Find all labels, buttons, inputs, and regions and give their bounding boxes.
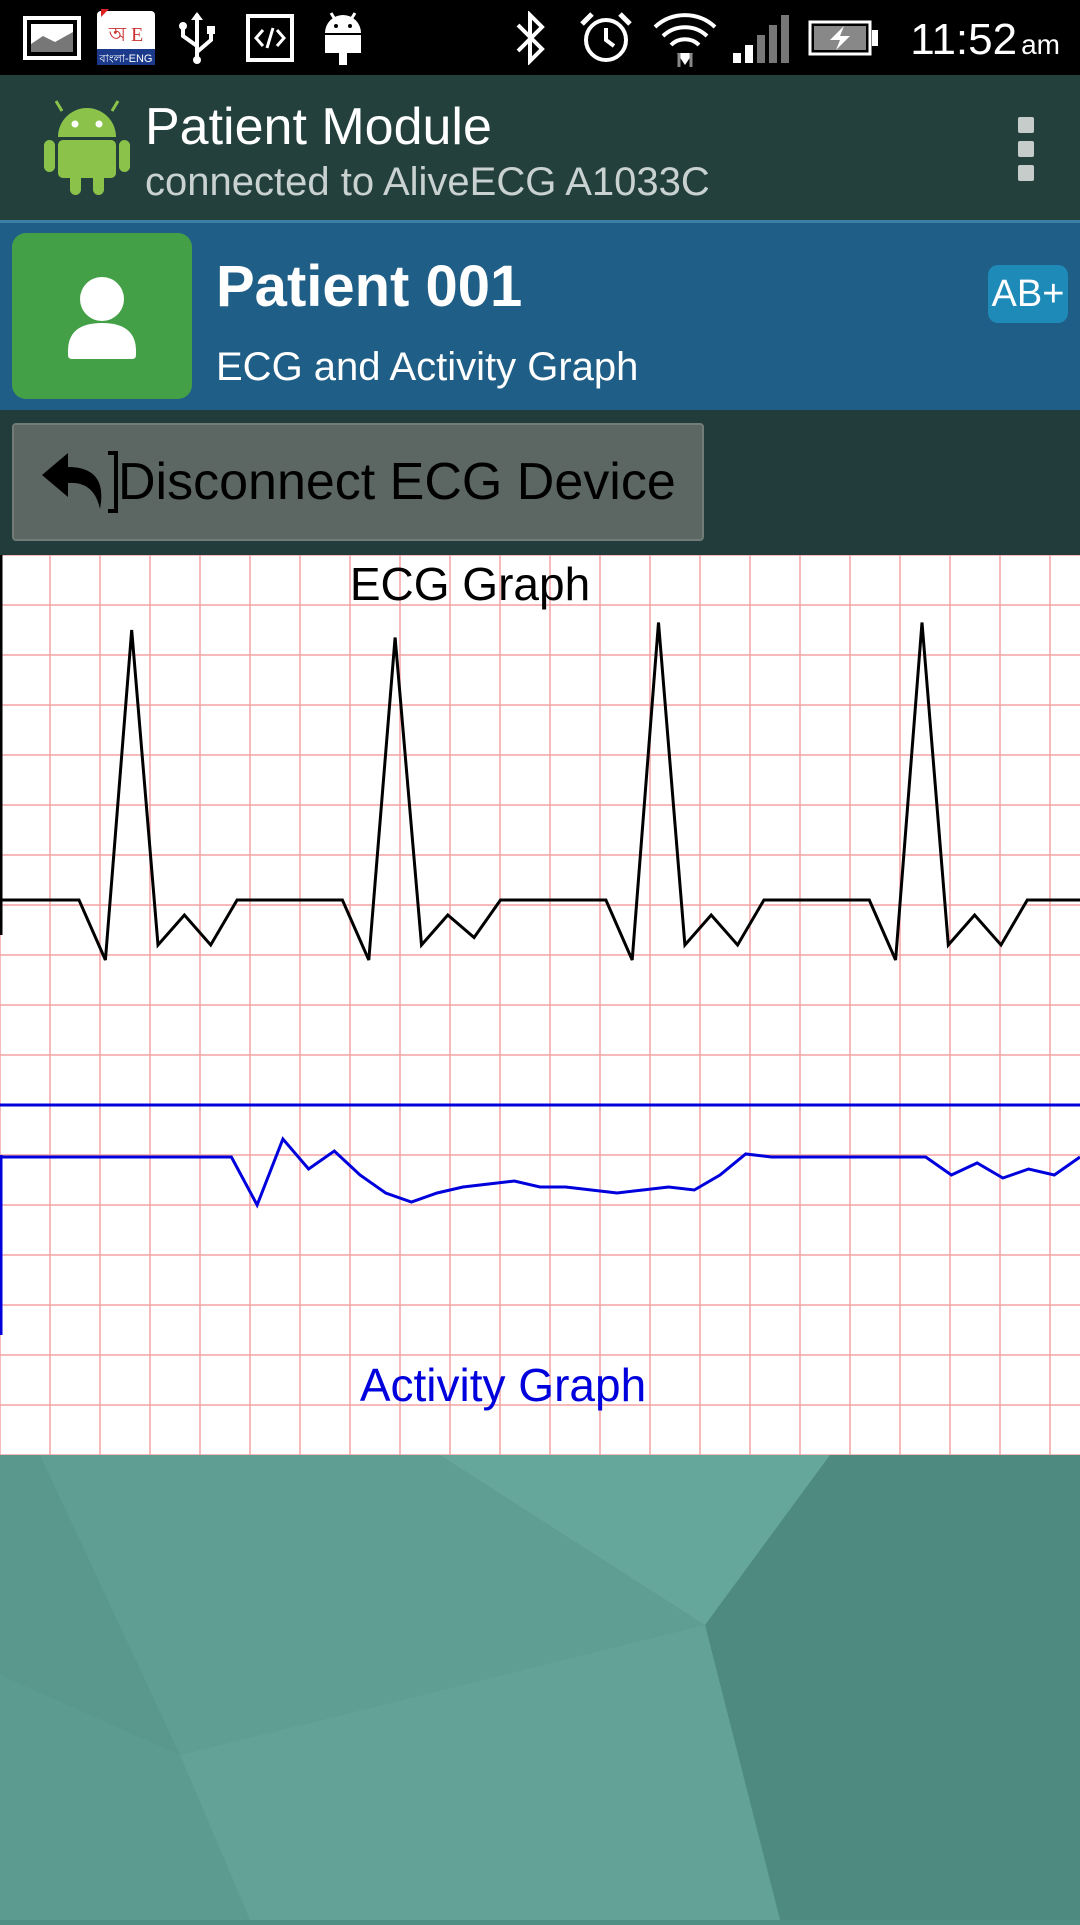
alarm-icon — [576, 10, 636, 65]
wallpaper — [0, 1455, 1080, 1920]
app-badge-top: অ E — [108, 24, 144, 46]
clock-ampm: am — [1021, 29, 1060, 60]
android-icon[interactable] — [42, 97, 132, 197]
signal-icon — [730, 10, 790, 65]
reply-icon — [42, 451, 118, 513]
avatar[interactable] — [12, 233, 192, 399]
graph-panel: ECG Graph Activity Graph — [0, 555, 1080, 1455]
bluetooth-icon — [508, 10, 552, 65]
blood-type-badge: AB+ — [988, 265, 1068, 323]
app-title: Patient Module — [145, 98, 492, 156]
ecg-chart-title: ECG Graph — [350, 558, 590, 610]
status-bar: অ E বাংলা-ENG 11:52 am — [0, 0, 1080, 75]
action-bar: Patient Module connected to AliveECG A10… — [0, 75, 1080, 220]
patient-name: Patient 001 — [216, 254, 523, 319]
app-badge-bottom: বাংলা-ENG — [99, 53, 153, 65]
connection-status: connected to AliveECG A1033C — [145, 160, 710, 204]
person-icon — [68, 277, 136, 359]
activity-series-line — [0, 1136, 1080, 1209]
patient-header: Patient 001 ECG and Activity Graph AB+ — [0, 220, 1080, 413]
disconnect-label: Disconnect ECG Device — [118, 453, 676, 511]
ecg-series-line — [0, 622, 1080, 961]
android-debug-icon — [318, 10, 368, 65]
code-icon — [244, 10, 296, 65]
overflow-menu-icon[interactable] — [1012, 117, 1040, 181]
toolbar: Disconnect ECG Device — [0, 410, 1080, 555]
image-icon — [22, 10, 82, 65]
usb-icon — [172, 10, 222, 65]
wifi-icon — [652, 10, 718, 67]
clock-time: 11:52 — [910, 15, 1018, 64]
graph-subtitle: ECG and Activity Graph — [216, 345, 639, 389]
battery-charging-icon — [808, 10, 878, 65]
bangla-eng-keyboard-icon: অ E বাংলা-ENG — [95, 8, 157, 65]
ecg-activity-chart: ECG Graph Activity Graph — [0, 555, 1080, 1455]
status-time: 11:52 am — [910, 12, 1060, 67]
activity-chart-title: Activity Graph — [360, 1359, 646, 1411]
disconnect-ecg-button[interactable]: Disconnect ECG Device — [12, 423, 704, 541]
